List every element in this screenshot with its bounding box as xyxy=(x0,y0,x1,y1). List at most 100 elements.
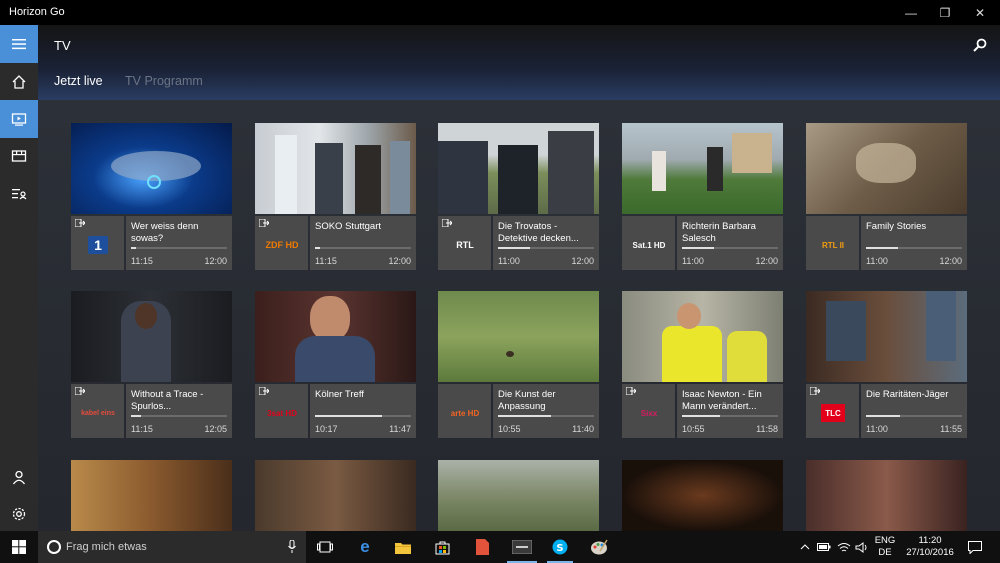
file-explorer-button[interactable] xyxy=(386,531,420,563)
horizon-go-taskbar-button[interactable] xyxy=(503,531,541,563)
maximize-button[interactable]: ❐ xyxy=(928,0,962,25)
microphone-icon[interactable] xyxy=(288,540,296,554)
start-time: 11:15 xyxy=(315,256,337,266)
channel-card[interactable]: kabel eins Without a Trace - Spurlos... … xyxy=(71,291,232,438)
action-center-button[interactable] xyxy=(962,531,988,563)
show-title: Wer weiss denn sowas? xyxy=(131,221,199,244)
start-time: 10:55 xyxy=(498,424,521,434)
live-icon xyxy=(442,219,452,227)
store-icon xyxy=(435,541,449,554)
end-time: 12:00 xyxy=(755,256,778,266)
search-icon[interactable] xyxy=(972,37,988,53)
progress-bar xyxy=(682,247,778,249)
input-language-button[interactable]: ENG DE xyxy=(872,531,898,563)
channel-logo: RTL II xyxy=(821,240,845,250)
end-time: 12:00 xyxy=(388,256,411,266)
end-time: 11:58 xyxy=(756,424,778,434)
channel-thumbnail xyxy=(438,291,599,382)
show-title: Kölner Treff xyxy=(315,389,364,400)
channel-logo: RTL xyxy=(456,240,474,250)
cortana-search-box[interactable]: Frag mich etwas xyxy=(38,531,306,563)
cortana-icon xyxy=(47,540,61,554)
channel-thumbnail[interactable] xyxy=(438,460,599,531)
hamburger-menu-button[interactable] xyxy=(0,25,38,63)
notification-icon xyxy=(968,540,982,554)
channel-thumbnail[interactable] xyxy=(622,460,783,531)
battery-button[interactable] xyxy=(815,531,833,563)
sidebar-item-recordings[interactable] xyxy=(0,137,38,175)
progress-bar xyxy=(866,247,962,249)
skype-icon: S xyxy=(552,539,568,555)
channel-card[interactable]: ZDF HD SOKO Stuttgart 11:15 12:00 xyxy=(255,123,416,270)
channel-thumbnail xyxy=(71,123,232,214)
channel-logo: 3sat HD xyxy=(267,408,297,418)
page-title: TV xyxy=(54,38,71,53)
channel-grid: 1 Wer weiss denn sowas? 11:15 12:00 ZDF … xyxy=(38,100,1000,531)
search-placeholder: Frag mich etwas xyxy=(66,541,147,553)
channel-thumbnail xyxy=(806,291,967,382)
progress-bar xyxy=(131,415,227,417)
channel-card[interactable]: RTL II Family Stories 11:00 12:00 xyxy=(806,123,967,270)
pdf-app-button[interactable] xyxy=(465,531,499,563)
channel-logo-box: arte HD xyxy=(438,384,491,438)
show-title: Die Kunst der Anpassung xyxy=(498,389,556,412)
progress-bar xyxy=(315,415,411,417)
sidebar-item-home[interactable] xyxy=(0,63,38,101)
channel-logo-box: ZDF HD xyxy=(255,216,308,270)
channel-card[interactable]: 1 Wer weiss denn sowas? 11:15 12:00 xyxy=(71,123,232,270)
network-button[interactable] xyxy=(835,531,853,563)
sidebar-item-settings[interactable] xyxy=(0,495,38,533)
sidebar-item-my-list[interactable] xyxy=(0,175,38,213)
channel-logo: Sixx xyxy=(640,408,658,418)
start-time: 10:17 xyxy=(315,424,338,434)
channel-thumbnail[interactable] xyxy=(806,460,967,531)
channel-logo-box: Sixx xyxy=(622,384,675,438)
task-view-button[interactable] xyxy=(308,531,342,563)
task-view-icon xyxy=(317,541,333,553)
paint-button[interactable] xyxy=(582,531,616,563)
channel-logo-box: kabel eins xyxy=(71,384,124,438)
progress-bar xyxy=(682,415,778,417)
live-icon xyxy=(626,387,636,395)
channel-thumbnail[interactable] xyxy=(255,460,416,531)
channel-card[interactable]: Sixx Isaac Newton - Ein Mann verändert..… xyxy=(622,291,783,438)
channel-logo-box: 1 xyxy=(71,216,124,270)
clock-date: 27/10/2016 xyxy=(906,547,954,558)
channel-logo: 1 xyxy=(88,236,108,254)
sidebar-item-profile[interactable] xyxy=(0,458,38,496)
minimize-button[interactable]: — xyxy=(894,0,928,25)
end-time: 11:47 xyxy=(389,424,411,434)
tab-jetzt-live[interactable]: Jetzt live xyxy=(54,74,103,88)
user-icon xyxy=(12,470,26,485)
tab-tv-programm[interactable]: TV Programm xyxy=(125,74,203,88)
store-button[interactable] xyxy=(425,531,459,563)
svg-text:S: S xyxy=(556,543,563,554)
channel-card[interactable]: 3sat HD Kölner Treff 10:17 11:47 xyxy=(255,291,416,438)
close-button[interactable]: ✕ xyxy=(963,0,997,25)
channel-card[interactable]: TLC Die Raritäten-Jäger 11:00 11:55 xyxy=(806,291,967,438)
keyboard-layout: DE xyxy=(878,547,892,558)
skype-button[interactable]: S xyxy=(543,531,577,563)
edge-icon: e xyxy=(360,537,370,556)
volume-button[interactable] xyxy=(853,531,871,563)
channel-card[interactable]: Sat.1 HD Richterin Barbara Salesch 11:00… xyxy=(622,123,783,270)
channel-thumbnail xyxy=(71,291,232,382)
show-hidden-icons-button[interactable] xyxy=(798,531,812,563)
start-time: 11:15 xyxy=(131,424,153,434)
channel-card[interactable]: RTL Die Trovatos - Detektive decken... 1… xyxy=(438,123,599,270)
language-code: ENG xyxy=(874,535,896,546)
start-button[interactable] xyxy=(0,531,38,563)
battery-icon xyxy=(817,543,831,551)
taskbar: Frag mich etwas e S ENG DE 11:20 27/10/2… xyxy=(0,531,1000,563)
channel-card[interactable]: arte HD Die Kunst der Anpassung 10:55 11… xyxy=(438,291,599,438)
channel-logo-box: 3sat HD xyxy=(255,384,308,438)
paint-palette-icon xyxy=(591,539,608,555)
speaker-icon xyxy=(855,541,867,553)
edge-browser-button[interactable]: e xyxy=(348,531,382,563)
sidebar-item-tv[interactable] xyxy=(0,100,38,138)
progress-bar xyxy=(315,247,411,249)
show-title: Isaac Newton - Ein Mann verändert... xyxy=(682,389,762,412)
channel-thumbnail[interactable] xyxy=(71,460,232,531)
show-title: Die Trovatos - Detektive decken... xyxy=(498,221,579,244)
clock-button[interactable]: 11:20 27/10/2016 xyxy=(900,531,960,563)
